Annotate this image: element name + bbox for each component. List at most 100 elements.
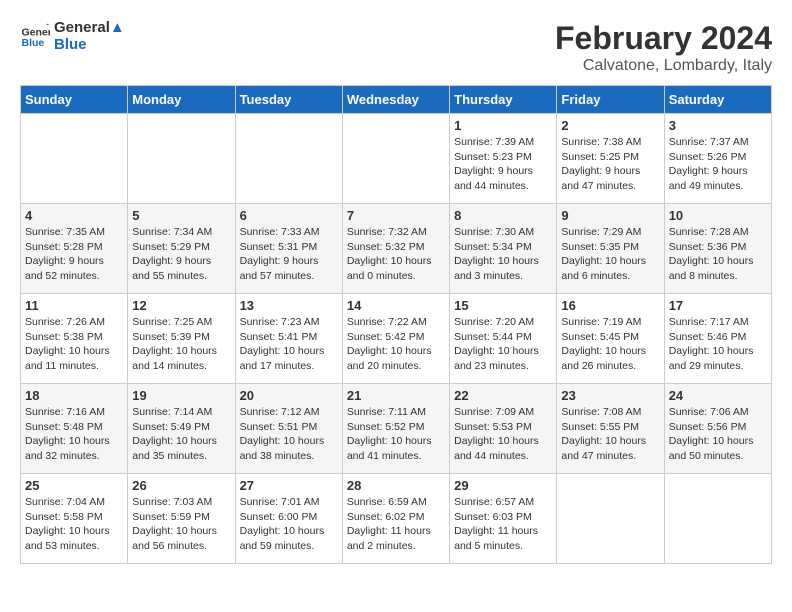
day-info: Sunrise: 7:35 AM Sunset: 5:28 PM Dayligh…: [25, 225, 123, 284]
day-header-monday: Monday: [128, 86, 235, 114]
calendar-cell: 9 Sunrise: 7:29 AM Sunset: 5:35 PM Daylig…: [557, 204, 664, 294]
calendar-cell: 6 Sunrise: 7:33 AM Sunset: 5:31 PM Daylig…: [235, 204, 342, 294]
calendar-cell: 13Sunrise: 7:23 AM Sunset: 5:41 PM Dayli…: [235, 294, 342, 384]
title-area: February 2024 Calvatone, Lombardy, Italy: [555, 20, 772, 75]
day-number: 14: [347, 298, 445, 313]
day-info: Sunrise: 7:33 AM Sunset: 5:31 PM Dayligh…: [240, 225, 338, 284]
day-number: 28: [347, 478, 445, 493]
day-number: 15: [454, 298, 552, 313]
day-info: Sunrise: 7:37 AM Sunset: 5:26 PM Dayligh…: [669, 135, 767, 194]
day-number: 25: [25, 478, 123, 493]
day-number: 24: [669, 388, 767, 403]
day-header-tuesday: Tuesday: [235, 86, 342, 114]
day-header-sunday: Sunday: [21, 86, 128, 114]
day-header-thursday: Thursday: [450, 86, 557, 114]
day-info: Sunrise: 7:25 AM Sunset: 5:39 PM Dayligh…: [132, 315, 230, 374]
day-number: 16: [561, 298, 659, 313]
calendar-body: 1 Sunrise: 7:39 AM Sunset: 5:23 PM Daylig…: [21, 114, 772, 564]
calendar-week-row: 11 Sunrise: 7:26 AM Sunset: 5:38 PM Dayli…: [21, 294, 772, 384]
day-number: 13: [240, 298, 338, 313]
calendar-cell: [342, 114, 449, 204]
day-number: 8: [454, 208, 552, 223]
day-info: Sunrise: 7:38 AM Sunset: 5:25 PM Dayligh…: [561, 135, 659, 194]
calendar-cell: 29Sunrise: 6:57 AM Sunset: 6:03 PM Dayli…: [450, 474, 557, 564]
calendar-cell: 26Sunrise: 7:03 AM Sunset: 5:59 PM Dayli…: [128, 474, 235, 564]
calendar-week-row: 18 Sunrise: 7:16 AM Sunset: 5:48 PM Dayli…: [21, 384, 772, 474]
day-info: Sunrise: 7:29 AM Sunset: 5:35 PM Dayligh…: [561, 225, 659, 284]
day-info: Sunrise: 7:34 AM Sunset: 5:29 PM Dayligh…: [132, 225, 230, 284]
calendar-cell: 12 Sunrise: 7:25 AM Sunset: 5:39 PM Dayli…: [128, 294, 235, 384]
day-number: 27: [240, 478, 338, 493]
calendar-cell: 7 Sunrise: 7:32 AM Sunset: 5:32 PM Daylig…: [342, 204, 449, 294]
calendar-cell: 4 Sunrise: 7:35 AM Sunset: 5:28 PM Daylig…: [21, 204, 128, 294]
day-number: 4: [25, 208, 123, 223]
day-info: Sunrise: 6:59 AM Sunset: 6:02 PM Dayligh…: [347, 495, 445, 554]
calendar-cell: 23 Sunrise: 7:08 AM Sunset: 5:55 PM Dayli…: [557, 384, 664, 474]
day-info: Sunrise: 7:14 AM Sunset: 5:49 PM Dayligh…: [132, 405, 230, 464]
day-header-saturday: Saturday: [664, 86, 771, 114]
calendar-cell: 18 Sunrise: 7:16 AM Sunset: 5:48 PM Dayli…: [21, 384, 128, 474]
day-info: Sunrise: 7:08 AM Sunset: 5:55 PM Dayligh…: [561, 405, 659, 464]
day-number: 10: [669, 208, 767, 223]
calendar-cell: 19 Sunrise: 7:14 AM Sunset: 5:49 PM Dayli…: [128, 384, 235, 474]
calendar-cell: 14 Sunrise: 7:22 AM Sunset: 5:42 PM Dayli…: [342, 294, 449, 384]
day-info: Sunrise: 7:16 AM Sunset: 5:48 PM Dayligh…: [25, 405, 123, 464]
calendar-cell: [128, 114, 235, 204]
day-number: 23: [561, 388, 659, 403]
day-number: 3: [669, 118, 767, 133]
day-number: 18: [25, 388, 123, 403]
calendar-week-row: 4 Sunrise: 7:35 AM Sunset: 5:28 PM Daylig…: [21, 204, 772, 294]
day-number: 22: [454, 388, 552, 403]
calendar-cell: 16Sunrise: 7:19 AM Sunset: 5:45 PM Dayli…: [557, 294, 664, 384]
calendar-week-row: 25 Sunrise: 7:04 AM Sunset: 5:58 PM Dayli…: [21, 474, 772, 564]
day-number: 17: [669, 298, 767, 313]
svg-text:Blue: Blue: [22, 37, 45, 49]
day-info: Sunrise: 7:17 AM Sunset: 5:46 PM Dayligh…: [669, 315, 767, 374]
month-title: February 2024: [555, 20, 772, 57]
logo-general: General▲: [54, 20, 125, 37]
calendar-table: SundayMondayTuesdayWednesdayThursdayFrid…: [20, 85, 772, 564]
calendar-cell: [235, 114, 342, 204]
calendar-cell: [664, 474, 771, 564]
day-number: 29: [454, 478, 552, 493]
day-number: 1: [454, 118, 552, 133]
calendar-cell: 8 Sunrise: 7:30 AM Sunset: 5:34 PM Daylig…: [450, 204, 557, 294]
day-info: Sunrise: 7:26 AM Sunset: 5:38 PM Dayligh…: [25, 315, 123, 374]
calendar-cell: 25 Sunrise: 7:04 AM Sunset: 5:58 PM Dayli…: [21, 474, 128, 564]
day-header-wednesday: Wednesday: [342, 86, 449, 114]
header: General Blue General▲ Blue February 2024…: [20, 20, 772, 75]
day-info: Sunrise: 7:06 AM Sunset: 5:56 PM Dayligh…: [669, 405, 767, 464]
calendar-cell: 15 Sunrise: 7:20 AM Sunset: 5:44 PM Dayli…: [450, 294, 557, 384]
calendar-header-row: SundayMondayTuesdayWednesdayThursdayFrid…: [21, 86, 772, 114]
day-info: Sunrise: 7:04 AM Sunset: 5:58 PM Dayligh…: [25, 495, 123, 554]
day-info: Sunrise: 7:39 AM Sunset: 5:23 PM Dayligh…: [454, 135, 552, 194]
calendar-cell: [557, 474, 664, 564]
calendar-cell: 11 Sunrise: 7:26 AM Sunset: 5:38 PM Dayli…: [21, 294, 128, 384]
day-info: Sunrise: 7:11 AM Sunset: 5:52 PM Dayligh…: [347, 405, 445, 464]
day-info: Sunrise: 7:30 AM Sunset: 5:34 PM Dayligh…: [454, 225, 552, 284]
calendar-cell: 27Sunrise: 7:01 AM Sunset: 6:00 PM Dayli…: [235, 474, 342, 564]
day-info: Sunrise: 7:32 AM Sunset: 5:32 PM Dayligh…: [347, 225, 445, 284]
day-number: 19: [132, 388, 230, 403]
logo: General Blue General▲ Blue: [20, 20, 125, 53]
day-number: 12: [132, 298, 230, 313]
day-number: 7: [347, 208, 445, 223]
day-info: Sunrise: 7:20 AM Sunset: 5:44 PM Dayligh…: [454, 315, 552, 374]
calendar-cell: 10 Sunrise: 7:28 AM Sunset: 5:36 PM Dayli…: [664, 204, 771, 294]
calendar-cell: 20Sunrise: 7:12 AM Sunset: 5:51 PM Dayli…: [235, 384, 342, 474]
calendar-week-row: 1 Sunrise: 7:39 AM Sunset: 5:23 PM Daylig…: [21, 114, 772, 204]
calendar-cell: 21Sunrise: 7:11 AM Sunset: 5:52 PM Dayli…: [342, 384, 449, 474]
day-number: 5: [132, 208, 230, 223]
calendar-cell: 1 Sunrise: 7:39 AM Sunset: 5:23 PM Daylig…: [450, 114, 557, 204]
calendar-cell: 17 Sunrise: 7:17 AM Sunset: 5:46 PM Dayli…: [664, 294, 771, 384]
day-info: Sunrise: 7:03 AM Sunset: 5:59 PM Dayligh…: [132, 495, 230, 554]
day-number: 20: [240, 388, 338, 403]
day-info: Sunrise: 7:09 AM Sunset: 5:53 PM Dayligh…: [454, 405, 552, 464]
day-number: 11: [25, 298, 123, 313]
day-header-friday: Friday: [557, 86, 664, 114]
day-info: Sunrise: 7:28 AM Sunset: 5:36 PM Dayligh…: [669, 225, 767, 284]
day-number: 2: [561, 118, 659, 133]
day-number: 9: [561, 208, 659, 223]
day-info: Sunrise: 7:22 AM Sunset: 5:42 PM Dayligh…: [347, 315, 445, 374]
day-number: 6: [240, 208, 338, 223]
